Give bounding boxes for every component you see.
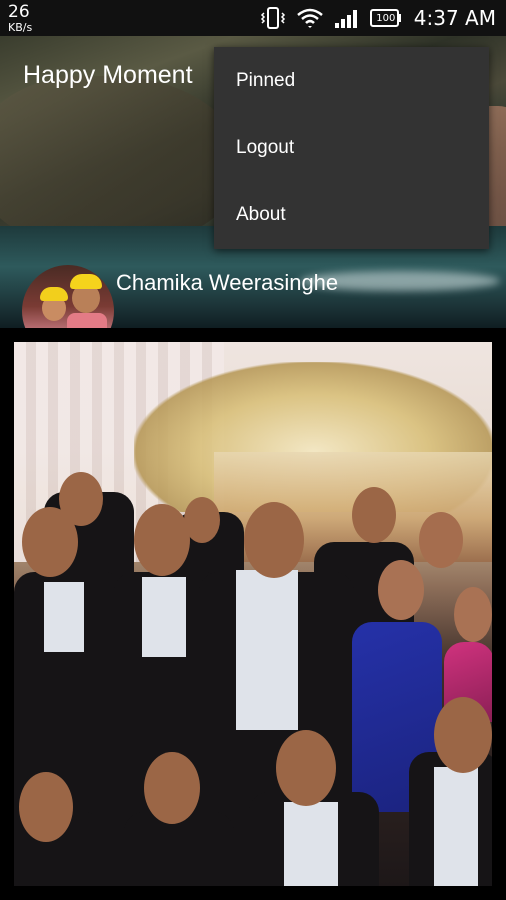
person-face xyxy=(454,587,492,642)
person-face xyxy=(276,730,336,806)
network-speed-unit: KB/s xyxy=(8,20,33,34)
battery-level: 100 xyxy=(376,12,396,24)
person-shirt xyxy=(236,570,298,730)
avatar-helmet xyxy=(70,274,102,289)
person-shirt xyxy=(44,582,84,652)
person-face xyxy=(434,697,492,773)
vibrate-icon xyxy=(260,6,286,30)
menu-item-pinned[interactable]: Pinned xyxy=(214,47,489,114)
avatar-figure xyxy=(67,313,107,328)
person-shirt xyxy=(434,767,478,886)
person-figure xyxy=(124,812,234,886)
person-face xyxy=(352,487,396,543)
signal-icon xyxy=(334,7,360,29)
app-title: Happy Moment xyxy=(23,61,193,89)
overflow-menu: Pinned Logout About xyxy=(214,47,489,249)
clock: 4:37 AM xyxy=(413,6,496,30)
person-face xyxy=(244,502,304,578)
wifi-icon xyxy=(296,6,324,30)
user-name[interactable]: Chamika Weerasinghe xyxy=(116,270,338,296)
network-speed: 26 KB/s xyxy=(8,1,33,34)
person-face xyxy=(419,512,463,568)
person-face xyxy=(134,504,190,576)
person-face xyxy=(22,507,78,577)
menu-item-about[interactable]: About xyxy=(214,181,489,248)
person-face xyxy=(144,752,200,824)
person-face xyxy=(19,772,73,842)
network-speed-value: 26 xyxy=(8,1,30,22)
status-bar: 26 KB/s 100 4:37 AM xyxy=(0,0,506,36)
person-shirt xyxy=(284,802,338,886)
menu-item-logout[interactable]: Logout xyxy=(214,114,489,181)
group-photo[interactable] xyxy=(14,342,492,886)
person-shirt xyxy=(142,577,186,657)
status-icons: 100 4:37 AM xyxy=(260,6,496,30)
person-face xyxy=(378,560,424,620)
avatar-helmet xyxy=(40,287,68,301)
cover-rock xyxy=(0,76,240,246)
